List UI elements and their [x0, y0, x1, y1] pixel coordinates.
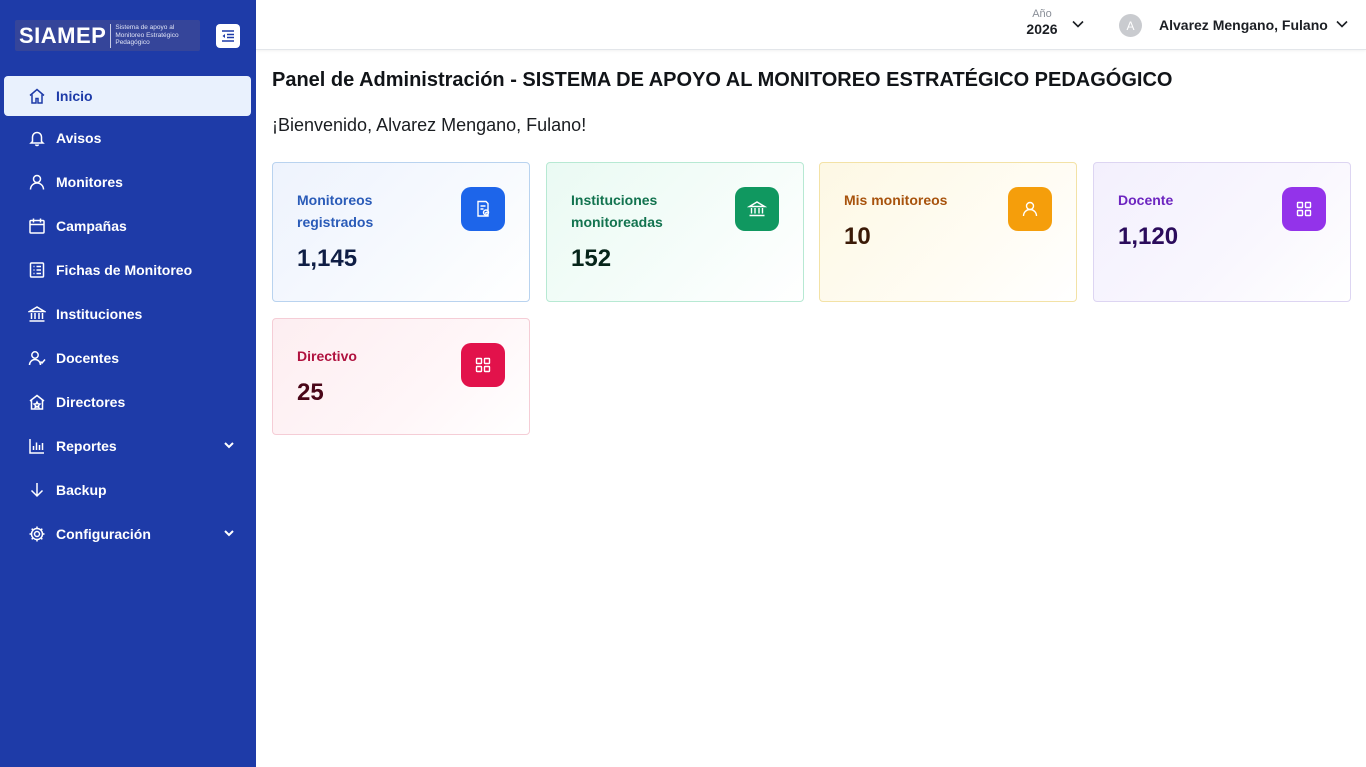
sidebar-item-label: Docentes [56, 350, 120, 366]
sidebar-item-label: Avisos [56, 130, 102, 146]
brand-subtitle: Sistema de apoyo al Monitoreo Estratégic… [115, 24, 179, 47]
stat-card-value: 1,120 [1118, 223, 1179, 250]
stat-card-label: Docente [1118, 192, 1174, 208]
arrow-down-icon [28, 481, 46, 499]
gear-icon [28, 525, 46, 543]
brand-name: SIAMEP [19, 22, 107, 48]
sidebar-item-configuracion[interactable]: Configuración [0, 512, 256, 556]
welcome-message: ¡Bienvenido, Alvarez Mengano, Fulano! [272, 115, 587, 135]
stat-card-directivo[interactable]: Directivo 25 [272, 318, 530, 435]
bell-icon [28, 129, 46, 147]
stat-card-label: Monitoreos registrados [297, 192, 374, 230]
sidebar-item-fichas-de-monitoreo[interactable]: Fichas de Monitoreo [0, 248, 256, 292]
sidebar-item-label: Inicio [56, 88, 93, 104]
sidebar-item-label: Directores [56, 394, 126, 410]
chevron-down-icon [224, 442, 234, 449]
sidebar-item-monitores[interactable]: Monitores [0, 160, 256, 204]
sidebar-item-label: Instituciones [56, 306, 143, 322]
bank-icon [28, 305, 46, 323]
user-menu-name[interactable]: Alvarez Mengano, Fulano [1159, 17, 1328, 33]
sidebar-item-backup[interactable]: Backup [0, 468, 256, 512]
sidebar-item-label: Configuración [56, 526, 151, 542]
chevron-down-icon [224, 530, 234, 537]
sidebar: SIAMEP Sistema de apoyo al Monitoreo Est… [0, 0, 256, 767]
home-icon [28, 87, 46, 105]
sidebar-item-instituciones[interactable]: Instituciones [0, 292, 256, 336]
sidebar-item-docentes[interactable]: Docentes [0, 336, 256, 380]
user-icon [28, 173, 46, 191]
sidebar-nav: Inicio Avisos Monitores Campañas Fichas … [0, 74, 256, 556]
stat-card-value: 10 [844, 223, 871, 250]
user-icon [1008, 187, 1052, 231]
chevron-down-icon[interactable] [1070, 16, 1086, 32]
sidebar-item-label: Monitores [56, 174, 123, 190]
bar-chart-icon [28, 437, 46, 455]
stat-card-mis-monitoreos[interactable]: Mis monitoreos 10 [819, 162, 1077, 302]
stat-card-value: 25 [297, 379, 324, 406]
sidebar-item-label: Campañas [56, 218, 127, 234]
avatar[interactable]: A [1119, 14, 1142, 37]
stat-card-docente[interactable]: Docente 1,120 [1093, 162, 1351, 302]
sidebar-item-directores[interactable]: Directores [0, 380, 256, 424]
stat-card-label: Instituciones monitoreadas [571, 192, 663, 230]
stat-card-instituciones-monitoreadas[interactable]: Instituciones monitoreadas 152 [546, 162, 804, 302]
sidebar-item-avisos[interactable]: Avisos [0, 116, 256, 160]
stat-card-monitoreos-registrados[interactable]: Monitoreos registrados 1,145 [272, 162, 530, 302]
year-value: 2026 [1026, 21, 1058, 37]
grid-icon [1282, 187, 1326, 231]
sidebar-item-label: Backup [56, 482, 107, 498]
sidebar-item-label: Fichas de Monitoreo [56, 262, 193, 278]
users-icon [28, 349, 46, 367]
brand-logo[interactable]: SIAMEP Sistema de apoyo al Monitoreo Est… [15, 20, 200, 51]
chevron-down-icon[interactable] [1334, 16, 1350, 32]
brand-divider [110, 23, 112, 48]
year-label: Año [1032, 8, 1052, 20]
sidebar-item-reportes[interactable]: Reportes [0, 424, 256, 468]
grid-icon [461, 343, 505, 387]
bank-icon [735, 187, 779, 231]
list-icon [28, 261, 46, 279]
menu-collapse-icon [222, 30, 234, 42]
sidebar-item-label: Reportes [56, 438, 117, 454]
sidebar-item-inicio[interactable]: Inicio [4, 76, 251, 116]
sidebar-item-campanas[interactable]: Campañas [0, 204, 256, 248]
home-star-icon [28, 393, 46, 411]
calendar-icon [28, 217, 46, 235]
year-selector[interactable]: Año 2026 [1026, 8, 1058, 37]
top-header: Año 2026 A Alvarez Mengano, Fulano [256, 0, 1366, 50]
stat-card-value: 1,145 [297, 245, 358, 272]
page-title: Panel de Administración - SISTEMA DE APO… [272, 69, 1173, 91]
stat-card-value: 152 [571, 245, 612, 272]
document-check-icon [461, 187, 505, 231]
sidebar-toggle-button[interactable] [216, 24, 240, 48]
stat-card-label: Mis monitoreos [844, 192, 948, 208]
stat-card-label: Directivo [297, 348, 357, 364]
